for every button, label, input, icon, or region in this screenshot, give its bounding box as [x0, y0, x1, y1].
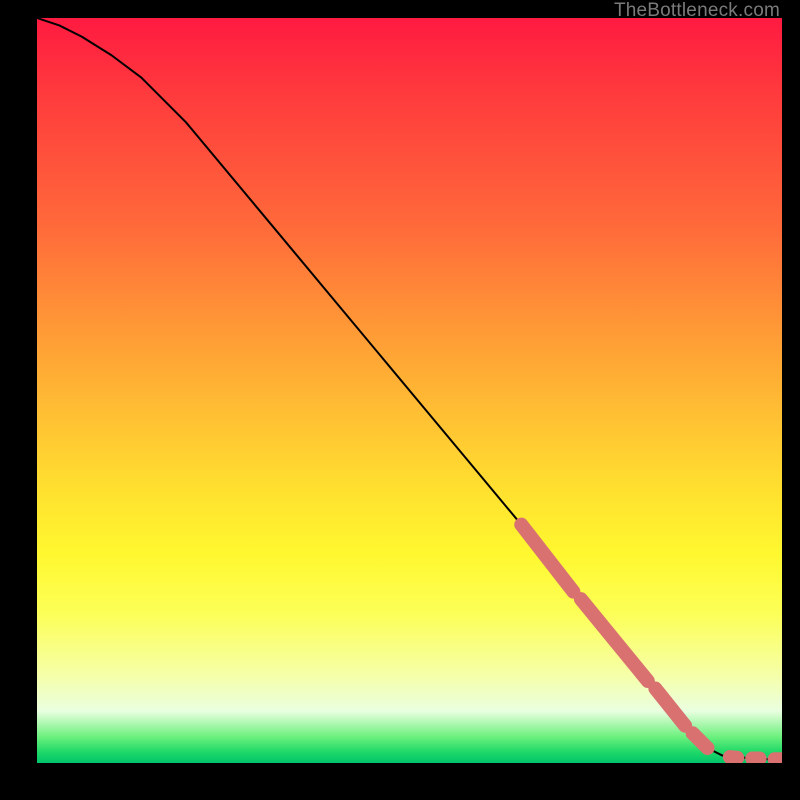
marker-clusters	[521, 525, 782, 760]
marker-cluster-3	[693, 733, 708, 748]
chart-frame: TheBottleneck.com	[0, 0, 800, 800]
marker-cluster-4	[730, 757, 737, 758]
chart-overlay	[37, 18, 782, 763]
attribution-label: TheBottleneck.com	[614, 0, 780, 22]
marker-cluster-0	[521, 525, 573, 592]
curve-path	[37, 18, 782, 759]
marker-cluster-1	[581, 599, 648, 681]
curve-line	[37, 18, 782, 759]
marker-cluster-2	[655, 689, 685, 726]
gradient-plot-area	[37, 18, 782, 763]
